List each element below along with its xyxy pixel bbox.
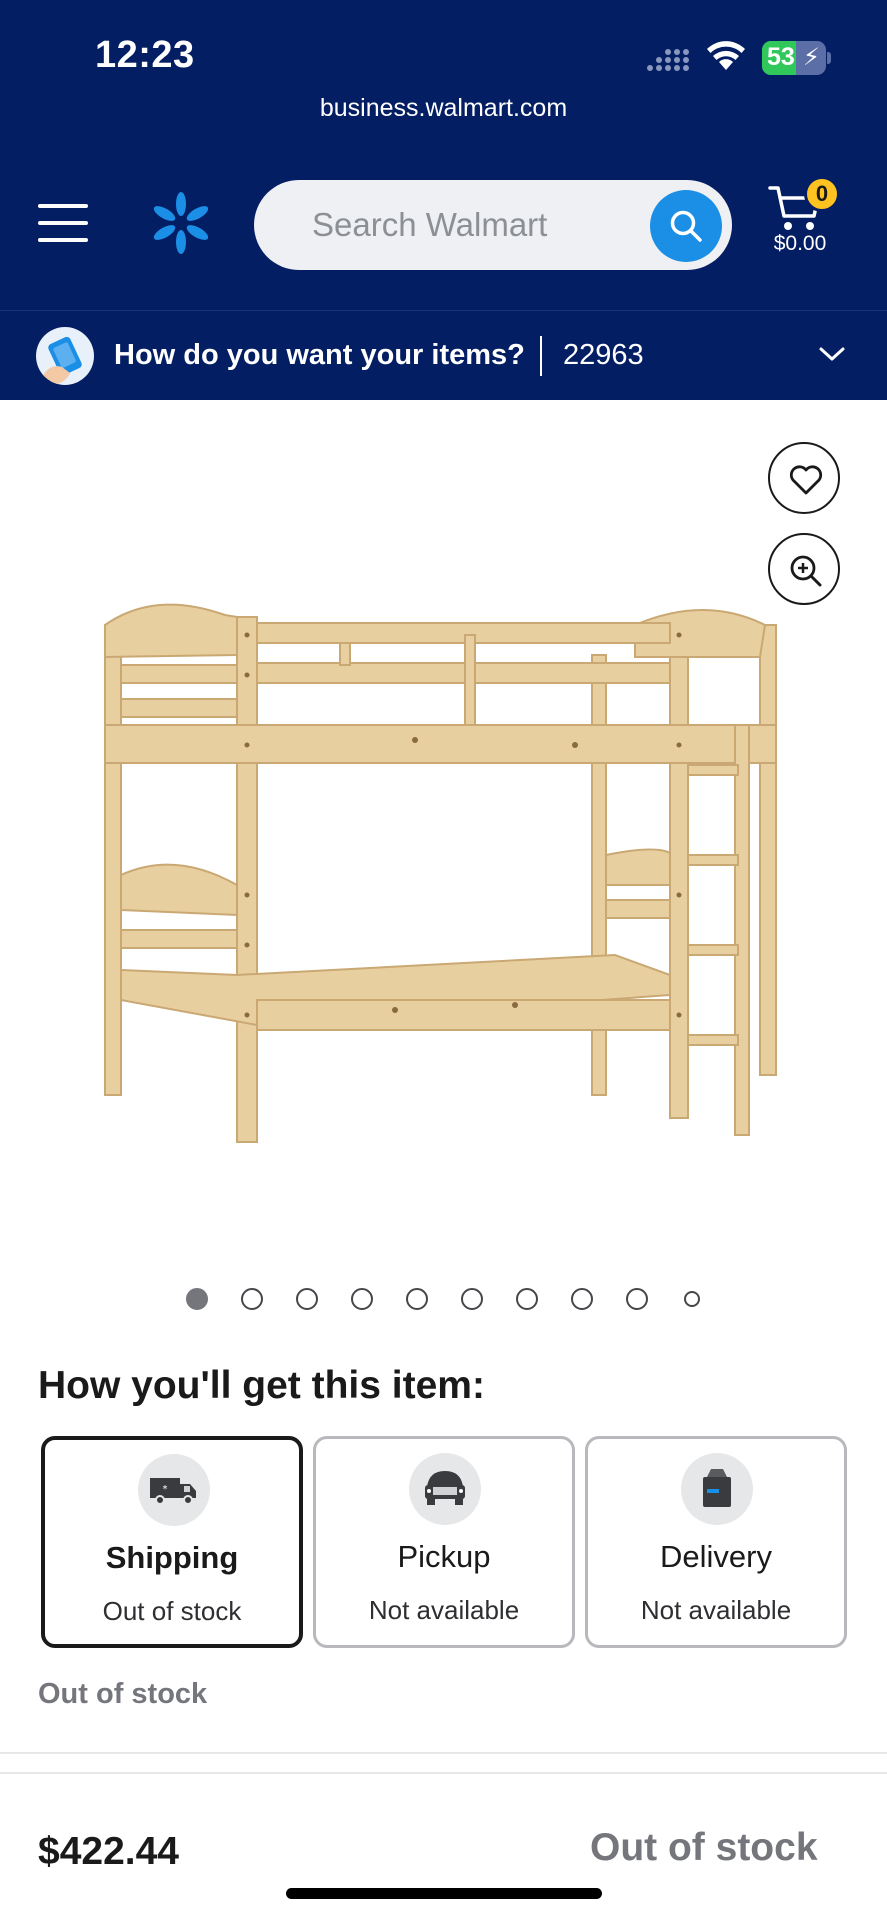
status-time: 12:23 <box>95 34 195 76</box>
search-icon <box>670 210 702 242</box>
add-to-cart-status: Out of stock <box>590 1826 818 1869</box>
delivery-status: Not available <box>640 1595 792 1625</box>
delivery-bag-icon <box>681 1453 753 1525</box>
carousel-dot[interactable] <box>296 1288 318 1310</box>
zoom-in-icon <box>790 555 822 587</box>
battery-nub <box>827 52 831 64</box>
product-image-carousel[interactable] <box>0 400 887 1310</box>
fulfillment-title: How you'll get this item: <box>38 1364 485 1407</box>
search-button[interactable] <box>650 190 722 262</box>
hamburger-menu-icon[interactable] <box>38 202 88 244</box>
wifi-icon <box>707 41 745 70</box>
favorite-button[interactable] <box>768 442 840 514</box>
intent-label: How do you want your items? <box>114 339 525 371</box>
home-indicator[interactable] <box>286 1888 602 1899</box>
shipping-truck-icon: * <box>138 1454 210 1526</box>
shipping-title: Shipping <box>105 1540 239 1575</box>
search-box <box>254 180 732 270</box>
favorite-heart-icon <box>789 465 823 495</box>
delivery-title: Delivery <box>660 1539 772 1574</box>
pickup-title: Pickup <box>397 1539 491 1574</box>
intent-divider <box>540 336 542 376</box>
carousel-dot[interactable] <box>186 1288 208 1310</box>
charging-bolt-icon: ⚡ <box>803 44 820 71</box>
stock-note: Out of stock <box>38 1678 208 1710</box>
fulfillment-intent-bar[interactable]: How do you want your items? 22963 <box>0 310 887 400</box>
carousel-dot[interactable] <box>571 1288 593 1310</box>
battery-icon: 53 ⚡ <box>762 41 826 75</box>
cellular-signal-icon <box>647 49 689 71</box>
cart-count-badge: 0 <box>804 176 840 212</box>
carousel-dot[interactable] <box>516 1288 538 1310</box>
battery-percent: 53 <box>767 43 795 71</box>
chevron-down-icon[interactable] <box>818 345 846 363</box>
product-price: $422.44 <box>38 1830 179 1873</box>
carousel-dot[interactable] <box>626 1288 648 1310</box>
svg-text:*: * <box>163 1484 168 1495</box>
carousel-dot[interactable] <box>684 1291 700 1307</box>
pickup-car-icon <box>409 1453 481 1525</box>
shipping-status: Out of stock <box>102 1596 242 1626</box>
section-divider <box>0 1752 887 1754</box>
walmart-spark-icon[interactable] <box>148 190 214 256</box>
carousel-dot[interactable] <box>241 1288 263 1310</box>
carousel-dot[interactable] <box>351 1288 373 1310</box>
shopping-intent-icon <box>36 327 94 385</box>
carousel-dot[interactable] <box>406 1288 428 1310</box>
browser-url[interactable]: business.walmart.com <box>0 94 887 123</box>
cart-total: $0.00 <box>773 232 827 255</box>
carousel-dot[interactable] <box>461 1288 483 1310</box>
cart-button[interactable]: 0 $0.00 <box>764 176 864 266</box>
zip-code: 22963 <box>563 339 644 371</box>
product-image[interactable] <box>95 595 795 1155</box>
pickup-option-card[interactable]: Pickup Not available <box>313 1436 575 1648</box>
search-input[interactable] <box>310 180 640 270</box>
delivery-option-card[interactable]: Delivery Not available <box>585 1436 847 1648</box>
app-header: 12:23 53 ⚡ business.walmart.com Search W… <box>0 0 887 310</box>
shipping-option-card[interactable]: * Shipping Out of stock <box>41 1436 303 1648</box>
pickup-status: Not available <box>368 1595 520 1625</box>
carousel-dots <box>0 1288 887 1312</box>
